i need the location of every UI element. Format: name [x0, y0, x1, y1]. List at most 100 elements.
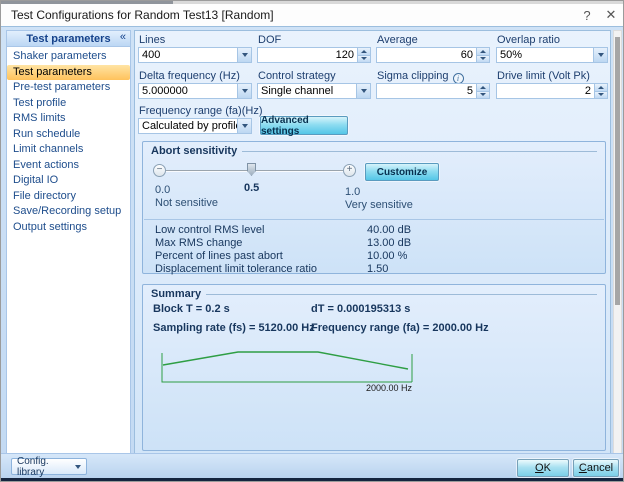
sidebar-header: Test parameters «	[7, 31, 130, 47]
abort-row-value: 10.00 %	[367, 250, 407, 262]
slider-min-value: 0.0	[155, 184, 170, 196]
summary-frequency-range: Frequency range (fa) = 2000.00 Hz	[311, 322, 489, 334]
abort-rows: Low control RMS level40.00 dBMax RMS cha…	[155, 224, 595, 276]
sidebar-item-test-parameters[interactable]: Test parameters	[7, 65, 130, 81]
sigma-clipping-label: Sigma clippingi	[377, 70, 464, 84]
separator	[144, 219, 604, 220]
abort-row: Low control RMS level 40.00 dB	[155, 224, 595, 237]
delta-frequency-select[interactable]: 5.000000	[138, 83, 252, 99]
control-strategy-label: Control strategy	[258, 70, 336, 82]
summary-title: Summary	[151, 288, 201, 300]
close-icon[interactable]: ✕	[597, 4, 624, 26]
dialog-body: Test parameters « Shaker parametersTest …	[1, 26, 624, 478]
dof-spinner[interactable]	[357, 48, 370, 62]
frequency-range-select[interactable]: Calculated by profile	[138, 118, 252, 134]
summary-dt: dT = 0.000195313 s	[311, 303, 410, 315]
chevron-down-icon[interactable]	[593, 48, 607, 62]
control-strategy-value: Single channel	[258, 84, 356, 98]
abort-row-label: Max RMS change	[155, 237, 242, 249]
dof-value: 120	[258, 48, 357, 62]
slider-max-value: 1.0	[345, 186, 360, 198]
profile-preview-chart: 2000.00 Hz	[145, 341, 435, 401]
frequency-range-label: Frequency range (fa)(Hz)	[139, 105, 263, 117]
overlap-ratio-value: 50%	[497, 48, 593, 62]
collapse-chevron-icon[interactable]: «	[120, 31, 126, 43]
sidebar-item-file-directory[interactable]: File directory	[7, 189, 130, 205]
sidebar-item-run-schedule[interactable]: Run schedule	[7, 127, 130, 143]
chevron-down-icon[interactable]	[237, 119, 251, 133]
sigma-clipping-value: 5	[377, 84, 476, 98]
sidebar-item-pre-test-parameters[interactable]: Pre-test parameters	[7, 80, 130, 96]
sidebar-item-event-actions[interactable]: Event actions	[7, 158, 130, 174]
overlap-ratio-label: Overlap ratio	[497, 34, 560, 46]
dof-input[interactable]: 120	[257, 47, 371, 63]
sidebar: Test parameters « Shaker parametersTest …	[6, 30, 131, 454]
chevron-down-icon[interactable]	[237, 84, 251, 98]
abort-row-label: Low control RMS level	[155, 224, 264, 236]
sidebar-item-limit-channels[interactable]: Limit channels	[7, 142, 130, 158]
cancel-button[interactable]: Cancel	[573, 459, 619, 477]
average-input[interactable]: 60	[376, 47, 490, 63]
abort-row-value: 1.50	[367, 263, 388, 275]
summary-sampling-rate: Sampling rate (fs) = 5120.00 Hz	[153, 322, 315, 334]
vertical-scrollbar[interactable]	[613, 30, 622, 454]
abort-row-label: Percent of lines past abort	[155, 250, 283, 262]
abort-sensitivity-title: Abort sensitivity	[151, 145, 237, 157]
sidebar-item-output-settings[interactable]: Output settings	[7, 220, 130, 236]
abort-row-value: 13.00 dB	[367, 237, 411, 249]
abort-row-label: Displacement limit tolerance ratio	[155, 263, 317, 275]
chevron-down-icon	[75, 465, 81, 469]
abort-slider-thumb[interactable]	[247, 163, 256, 176]
lines-select[interactable]: 400	[138, 47, 252, 63]
sidebar-item-save-recording-setup[interactable]: Save/Recording setup	[7, 204, 130, 220]
summary-group: Summary Block T = 0.2 s dT = 0.000195313…	[142, 284, 606, 451]
lines-value: 400	[139, 48, 237, 62]
average-value: 60	[377, 48, 476, 62]
scrollbar-thumb[interactable]	[615, 37, 620, 305]
summary-block-t: Block T = 0.2 s	[153, 303, 230, 315]
profile-line	[163, 352, 408, 369]
config-library-label: Config. library	[17, 456, 75, 478]
average-label: Average	[377, 34, 418, 46]
customize-button[interactable]: Customize	[365, 163, 439, 181]
delta-frequency-value: 5.000000	[139, 84, 237, 98]
slider-minus-icon[interactable]: −	[153, 164, 166, 177]
frequency-range-value: Calculated by profile	[139, 119, 237, 133]
config-library-button[interactable]: Config. library	[11, 458, 87, 475]
sidebar-item-digital-io[interactable]: Digital IO	[7, 173, 130, 189]
slider-max-caption: Very sensitive	[345, 199, 413, 211]
abort-row-value: 40.00 dB	[367, 224, 411, 236]
sidebar-item-shaker-parameters[interactable]: Shaker parameters	[7, 49, 130, 65]
average-spinner[interactable]	[476, 48, 489, 62]
sidebar-items: Shaker parametersTest parametersPre-test…	[7, 47, 130, 235]
chevron-down-icon[interactable]	[237, 48, 251, 62]
overlap-ratio-select[interactable]: 50%	[496, 47, 608, 63]
background-window-bottom	[1, 478, 624, 482]
slider-plus-icon[interactable]: +	[343, 164, 356, 177]
advanced-settings-button[interactable]: Advanced settings	[260, 116, 348, 135]
sigma-clipping-input[interactable]: 5	[376, 83, 490, 99]
main-panel: Lines 400 DOF 120 Average 60 Overlap rat…	[134, 30, 611, 454]
abort-row: Displacement limit tolerance ratio 1.50	[155, 263, 595, 276]
slider-current-value: 0.5	[244, 182, 259, 194]
sidebar-item-rms-limits[interactable]: RMS limits	[7, 111, 130, 127]
abort-row: Percent of lines past abort 10.00 %	[155, 250, 595, 263]
abort-row: Max RMS change 13.00 dB	[155, 237, 595, 250]
sigma-clipping-spinner[interactable]	[476, 84, 489, 98]
window-title: Test Configurations for Random Test13 [R…	[11, 8, 274, 22]
control-strategy-select[interactable]: Single channel	[257, 83, 371, 99]
ok-button[interactable]: OK	[517, 459, 569, 477]
sidebar-item-test-profile[interactable]: Test profile	[7, 96, 130, 112]
drive-limit-spinner[interactable]	[594, 84, 607, 98]
sidebar-header-label: Test parameters	[26, 33, 110, 45]
test-configurations-dialog: Test Configurations for Random Test13 [R…	[0, 0, 624, 482]
drive-limit-value: 2	[497, 84, 594, 98]
footer-bar: Config. library OK Cancel	[1, 453, 624, 478]
summary-header: Summary	[151, 288, 597, 300]
chevron-down-icon[interactable]	[356, 84, 370, 98]
title-bar: Test Configurations for Random Test13 [R…	[1, 4, 624, 26]
drive-limit-label: Drive limit (Volt Pk)	[497, 70, 590, 82]
delta-frequency-label: Delta frequency (Hz)	[139, 70, 240, 82]
drive-limit-input[interactable]: 2	[496, 83, 608, 99]
slider-min-caption: Not sensitive	[155, 197, 218, 209]
